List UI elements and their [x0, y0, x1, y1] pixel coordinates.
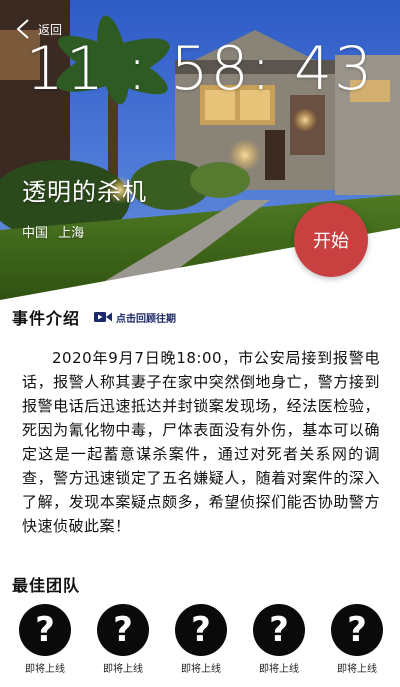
team-heading: 最佳团队	[12, 576, 81, 595]
case-description: 2020年9月7日晚18:00，市公安局接到报警电话，报警人称其妻子在家中突然倒…	[22, 349, 380, 535]
team-member[interactable]: ? 即将上线	[240, 604, 318, 675]
unknown-avatar-icon: ?	[19, 604, 71, 656]
member-label: 即将上线	[25, 664, 65, 675]
member-label: 即将上线	[259, 664, 299, 675]
team-member[interactable]: ? 即将上线	[162, 604, 240, 675]
team-member[interactable]: ? 即将上线	[6, 604, 84, 675]
intro-heading: 事件介绍	[12, 309, 81, 328]
unknown-avatar-icon: ?	[97, 604, 149, 656]
case-title: 透明的杀机	[22, 178, 147, 206]
replay-link[interactable]: 点击回顾往期	[94, 310, 176, 325]
unknown-avatar-icon: ?	[331, 604, 383, 656]
unknown-avatar-icon: ?	[175, 604, 227, 656]
video-camera-icon	[94, 312, 113, 322]
member-label: 即将上线	[181, 664, 221, 675]
intro-header: 事件介绍 点击回顾往期	[12, 305, 176, 329]
team-member[interactable]: ? 即将上线	[318, 604, 396, 675]
countdown-timer: 11 : 58: 43	[25, 34, 375, 104]
replay-label: 点击回顾往期	[116, 313, 177, 325]
start-button[interactable]: 开始	[294, 203, 368, 277]
team-member[interactable]: ? 即将上线	[84, 604, 162, 675]
member-label: 即将上线	[337, 664, 377, 675]
member-label: 即将上线	[103, 664, 143, 675]
unknown-avatar-icon: ?	[253, 604, 305, 656]
case-location: 中国 上海	[22, 226, 85, 241]
